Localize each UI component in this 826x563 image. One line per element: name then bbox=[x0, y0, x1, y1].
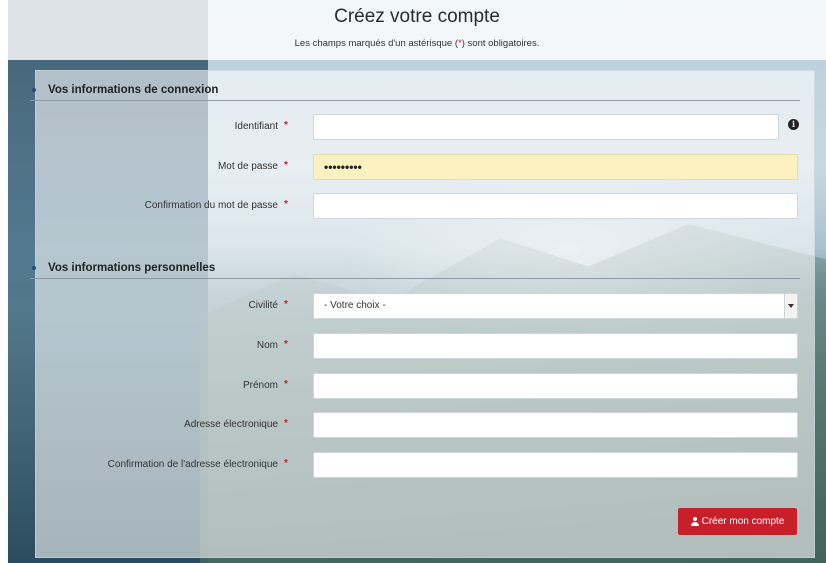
row-email: Adresse électronique * bbox=[0, 412, 826, 438]
chevron-down-icon[interactable] bbox=[784, 294, 797, 318]
required-star: * bbox=[284, 379, 288, 390]
nom-input[interactable] bbox=[313, 333, 798, 359]
civilite-label: Civilité bbox=[248, 300, 278, 311]
bullet-icon bbox=[32, 265, 36, 270]
password-value: ••••••••• bbox=[324, 160, 362, 174]
required-star: * bbox=[284, 160, 288, 171]
row-nom: Nom * bbox=[0, 333, 826, 359]
password-label: Mot de passe bbox=[217, 161, 278, 172]
section-login-info: Vos informations de connexion bbox=[30, 84, 800, 101]
required-star: * bbox=[284, 339, 288, 350]
info-circle-icon[interactable]: i bbox=[788, 119, 799, 130]
bullet-icon bbox=[32, 87, 36, 92]
row-civilite: Civilité * - Votre choix - bbox=[0, 293, 826, 319]
prenom-label: Prénom bbox=[242, 380, 278, 391]
required-star: * bbox=[284, 299, 288, 310]
row-password-confirm: Confirmation du mot de passe * bbox=[0, 193, 826, 219]
password-input[interactable]: ••••••••• bbox=[313, 154, 798, 180]
required-star: * bbox=[284, 199, 288, 210]
row-email-confirm: Confirmation de l'adresse électronique * bbox=[0, 452, 826, 478]
required-fields-note: Les champs marqués d'un astérisque (*) s… bbox=[294, 38, 540, 49]
email-label: Adresse électronique bbox=[184, 419, 278, 430]
row-identifiant: Identifiant * i bbox=[0, 114, 826, 140]
page-title: Créez votre compte bbox=[334, 6, 500, 27]
email-confirm-label: Confirmation de l'adresse électronique bbox=[107, 459, 278, 470]
password-confirm-input[interactable] bbox=[313, 193, 798, 219]
required-star: * bbox=[284, 120, 288, 131]
password-confirm-label: Confirmation du mot de passe bbox=[144, 200, 278, 211]
create-account-label: Créer mon compte bbox=[701, 516, 785, 527]
nom-label: Nom bbox=[256, 340, 278, 351]
section-personal-info: Vos informations personnelles bbox=[30, 262, 800, 279]
identifiant-label: Identifiant bbox=[234, 121, 278, 132]
email-input[interactable] bbox=[313, 412, 798, 438]
user-icon bbox=[690, 517, 699, 526]
required-star: * bbox=[284, 418, 288, 429]
page-header: Créez votre compte Les champs marqués d'… bbox=[8, 0, 826, 60]
create-account-button[interactable]: Créer mon compte bbox=[678, 508, 797, 535]
civilite-select[interactable]: - Votre choix - bbox=[313, 293, 798, 319]
required-star: * bbox=[284, 458, 288, 469]
row-password: Mot de passe * ••••••••• bbox=[0, 154, 826, 180]
prenom-input[interactable] bbox=[313, 373, 798, 399]
row-prenom: Prénom * bbox=[0, 373, 826, 399]
email-confirm-input[interactable] bbox=[313, 452, 798, 478]
identifiant-input[interactable] bbox=[313, 114, 779, 140]
civilite-selected-value: - Votre choix - bbox=[324, 300, 386, 311]
